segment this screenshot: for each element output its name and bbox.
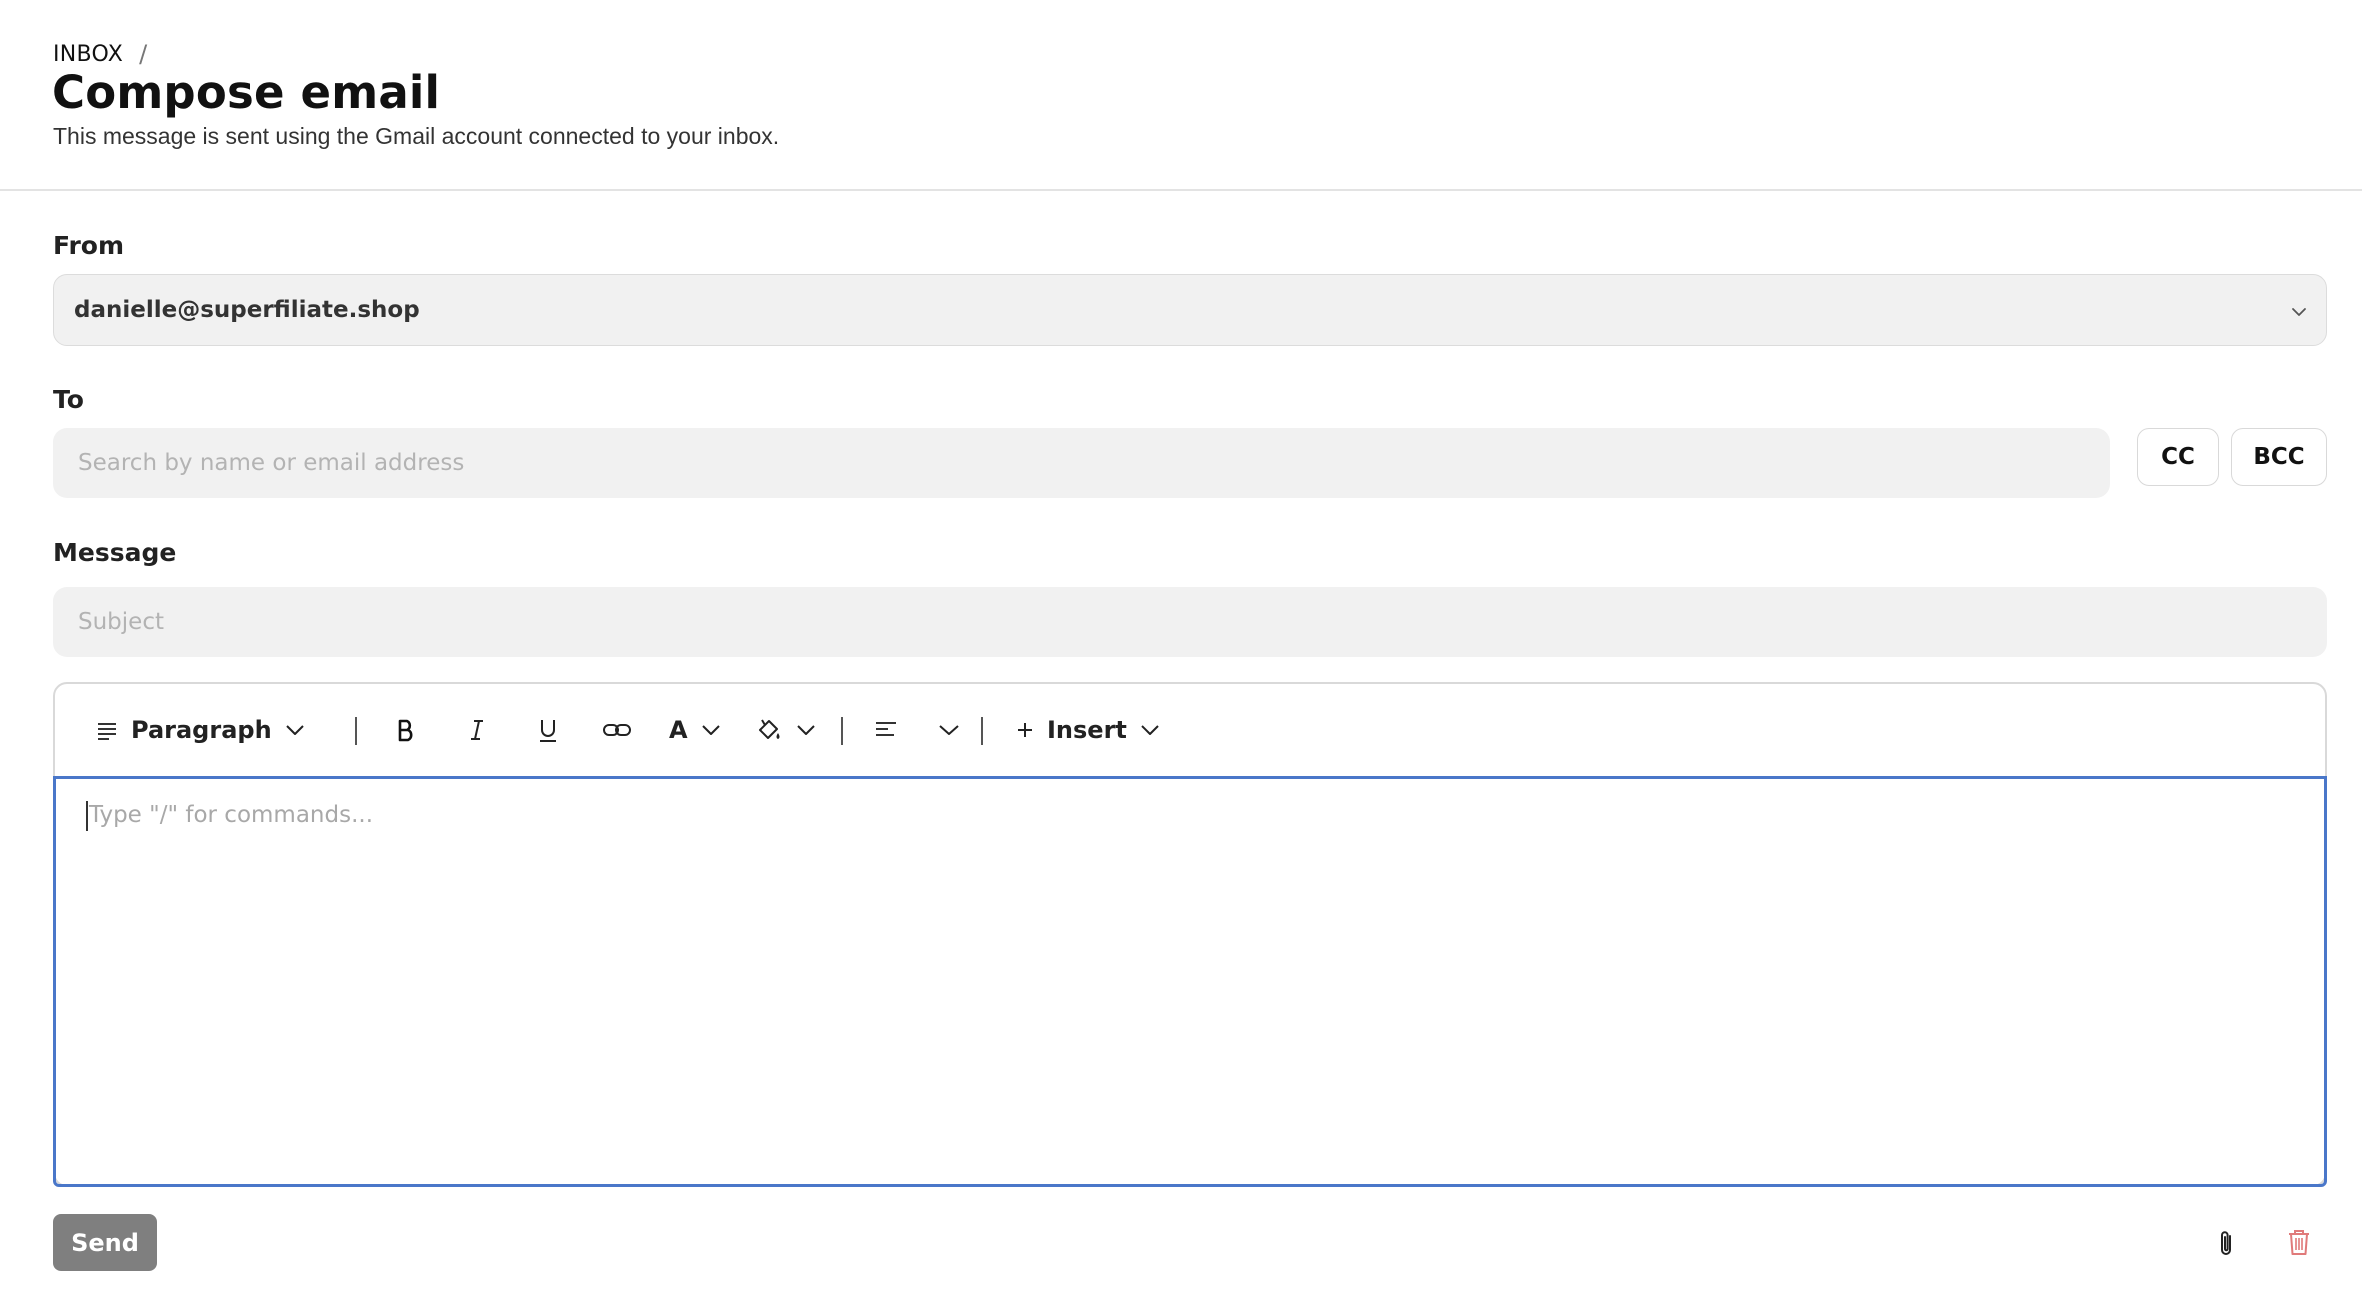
subject-input[interactable] (53, 587, 2327, 657)
insert-label: Insert (1047, 716, 1127, 744)
to-field (53, 428, 2110, 498)
from-label: From (53, 231, 125, 260)
editor-toolbar: Paragraph A Insert (55, 684, 2325, 777)
underline-icon (540, 720, 556, 742)
italic-button[interactable] (464, 710, 490, 750)
cc-button[interactable]: CC (2137, 428, 2219, 486)
plus-icon (1018, 723, 1032, 737)
highlight-icon (759, 719, 780, 739)
text-caret (86, 801, 88, 831)
insert-dropdown[interactable]: Insert (1015, 710, 1161, 750)
to-label: To (53, 385, 84, 414)
message-body-placeholder: Type "/" for commands... (89, 802, 374, 828)
message-label: Message (53, 538, 177, 567)
link-icon (603, 724, 631, 736)
trash-icon[interactable] (2287, 1228, 2311, 1256)
block-style-label: Paragraph (131, 716, 272, 744)
chevron-down-icon (2292, 308, 2306, 316)
chevron-down-icon (939, 725, 959, 735)
from-selected-value: danielle@superfiliate.shop (74, 297, 420, 323)
rich-text-editor: Paragraph A Insert Type "/" for commands… (53, 682, 2327, 1187)
page-title: Compose email (52, 66, 441, 119)
toolbar-divider (841, 717, 843, 745)
breadcrumb-separator: / (139, 40, 148, 68)
subject-field (53, 587, 2327, 657)
bcc-button[interactable]: BCC (2231, 428, 2327, 486)
from-select[interactable]: danielle@superfiliate.shop (53, 274, 2327, 346)
toolbar-divider (981, 717, 983, 745)
chevron-down-icon (701, 725, 720, 735)
message-body-editor[interactable]: Type "/" for commands... (53, 776, 2327, 1187)
text-align-dropdown[interactable] (873, 710, 961, 750)
text-color-button[interactable]: A (669, 710, 722, 750)
block-style-dropdown[interactable]: Paragraph (95, 710, 306, 750)
send-button[interactable]: Send (53, 1214, 157, 1271)
breadcrumb: INBOX / (53, 40, 148, 68)
bold-icon (398, 719, 413, 742)
page-subtitle: This message is sent using the Gmail acc… (53, 123, 780, 149)
align-left-icon (876, 722, 896, 736)
chevron-down-icon (285, 725, 304, 735)
breadcrumb-inbox-link[interactable]: INBOX (53, 42, 123, 67)
text-color-icon: A (669, 716, 688, 744)
italic-icon (471, 720, 483, 740)
link-button[interactable] (602, 710, 632, 750)
to-search-input[interactable] (53, 428, 2110, 498)
underline-button[interactable] (535, 710, 561, 750)
attachment-icon[interactable] (2215, 1228, 2239, 1258)
page-header: INBOX / Compose email This message is se… (0, 0, 2362, 191)
highlight-color-button[interactable] (755, 710, 817, 750)
toolbar-divider (355, 717, 357, 745)
paragraph-icon (98, 723, 116, 740)
bold-button[interactable] (393, 710, 419, 750)
chevron-down-icon (797, 725, 815, 735)
chevron-down-icon (1141, 725, 1159, 735)
